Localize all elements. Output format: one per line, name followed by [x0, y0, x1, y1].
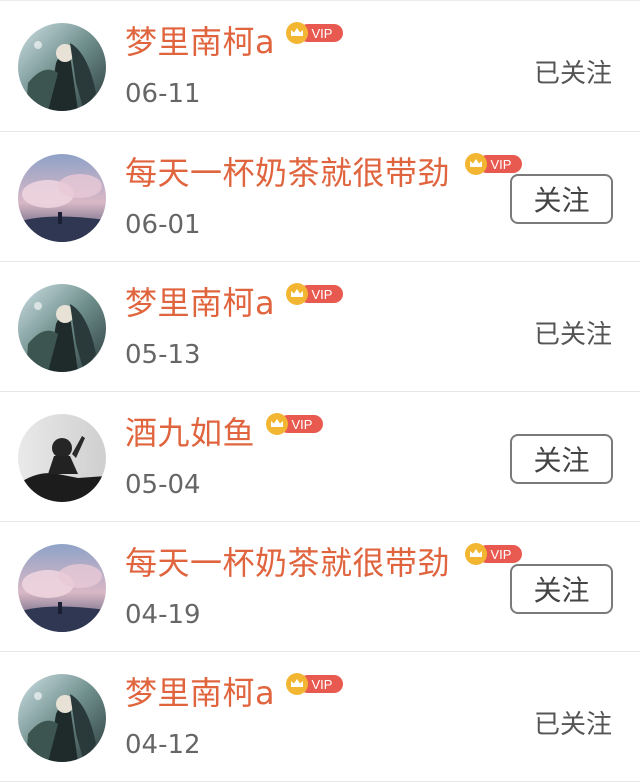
followed-status: 已关注 [533, 710, 612, 740]
silhouette-avatar-icon[interactable] [18, 414, 106, 502]
followed-status: 已关注 [533, 59, 612, 89]
svg-text:VIP: VIP [312, 287, 333, 302]
list-item[interactable]: 梦里南柯a VIP 04-12 已关注 [0, 652, 640, 782]
follow-date: 05-04 [125, 470, 201, 500]
vip-badge-icon: VIP [265, 412, 325, 436]
list-item[interactable]: 每天一杯奶茶就很带劲 VIP 06-01 关注 [0, 132, 640, 262]
svg-text:VIP: VIP [491, 547, 512, 562]
svg-text:VIP: VIP [312, 677, 333, 692]
user-name[interactable]: 梦里南柯a [125, 17, 275, 63]
vip-badge-icon: VIP [285, 21, 345, 45]
vip-badge-icon: VIP [285, 282, 345, 306]
list-item[interactable]: 梦里南柯a VIP 05-13 已关注 [0, 262, 640, 392]
user-name[interactable]: 酒九如鱼 [125, 408, 255, 454]
svg-text:VIP: VIP [312, 26, 333, 41]
user-name[interactable]: 每天一杯奶茶就很带劲 [125, 538, 450, 584]
follow-list: 梦里南柯a VIP 06-11 已关注 每天一杯奶茶就很带劲 VIP 06-01… [0, 0, 640, 782]
follow-date: 05-13 [125, 340, 201, 370]
followed-status: 已关注 [533, 320, 612, 350]
follow-date: 06-11 [125, 79, 201, 109]
anime-avatar-icon[interactable] [18, 674, 106, 762]
svg-text:VIP: VIP [292, 417, 313, 432]
follow-date: 06-01 [125, 210, 201, 240]
follow-button[interactable]: 关注 [510, 434, 613, 484]
anime-avatar-icon[interactable] [18, 284, 106, 372]
follow-date: 04-12 [125, 730, 201, 760]
vip-badge-icon: VIP [285, 672, 345, 696]
follow-button[interactable]: 关注 [510, 564, 613, 614]
user-name[interactable]: 梦里南柯a [125, 278, 275, 324]
user-name[interactable]: 每天一杯奶茶就很带劲 [125, 148, 450, 194]
sky-avatar-icon[interactable] [18, 154, 106, 242]
list-item[interactable]: 每天一杯奶茶就很带劲 VIP 04-19 关注 [0, 522, 640, 652]
vip-badge-icon: VIP [464, 542, 524, 566]
vip-badge-icon: VIP [464, 152, 524, 176]
anime-avatar-icon[interactable] [18, 23, 106, 111]
sky-avatar-icon[interactable] [18, 544, 106, 632]
user-name[interactable]: 梦里南柯a [125, 668, 275, 714]
follow-button[interactable]: 关注 [510, 174, 613, 224]
svg-text:VIP: VIP [491, 157, 512, 172]
follow-date: 04-19 [125, 600, 201, 630]
list-item[interactable]: 酒九如鱼 VIP 05-04 关注 [0, 392, 640, 522]
list-item[interactable]: 梦里南柯a VIP 06-11 已关注 [0, 0, 640, 132]
